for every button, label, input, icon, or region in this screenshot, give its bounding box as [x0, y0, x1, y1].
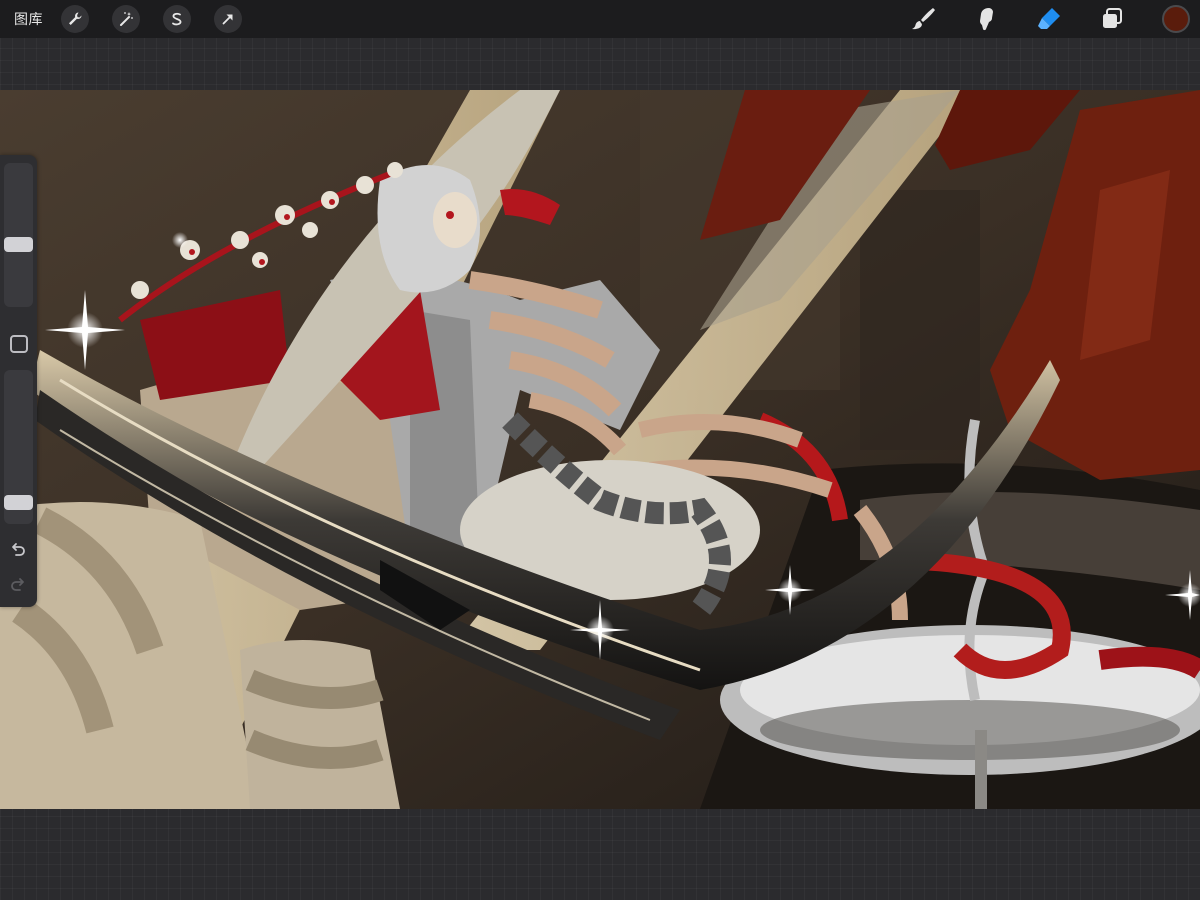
smudge-icon [980, 8, 993, 31]
adjustments-magic-wand-icon [120, 12, 133, 26]
selection-button[interactable] [163, 5, 191, 33]
actions-button[interactable] [61, 5, 89, 33]
actions-wrench-icon [69, 12, 82, 25]
color-picker-swatch[interactable] [1162, 5, 1190, 33]
undo-arrow-icon [12, 543, 25, 556]
right-tool-group [876, 0, 1200, 38]
gallery-button[interactable]: 图库 [14, 0, 43, 38]
layers-icon [1103, 8, 1122, 28]
adjustments-button[interactable] [112, 5, 140, 33]
brush-size-slider-thumb[interactable] [4, 237, 33, 252]
opacity-slider-thumb[interactable] [4, 495, 33, 510]
undo-button[interactable] [6, 538, 30, 562]
selection-icon [172, 12, 182, 26]
redo-arrow-icon [11, 578, 24, 591]
smudge-tool-button[interactable] [970, 3, 1002, 35]
left-tool-group [61, 5, 242, 33]
redo-button[interactable] [6, 573, 30, 597]
square-modify-icon[interactable] [10, 335, 28, 353]
eraser-icon [1038, 8, 1060, 29]
layers-button[interactable] [1096, 3, 1128, 35]
transform-arrow-icon [222, 14, 233, 25]
opacity-slider[interactable] [4, 370, 33, 524]
eraser-tool-button[interactable] [1033, 3, 1065, 35]
artwork-canvas[interactable] [0, 90, 1200, 809]
artwork-illustration [0, 90, 1200, 809]
transform-button[interactable] [214, 5, 242, 33]
paintbrush-icon [912, 8, 935, 30]
procreate-app: 图库 [0, 0, 1200, 900]
paint-tool-button[interactable] [907, 3, 939, 35]
top-toolbar: 图库 [0, 0, 1200, 38]
left-sidebar [0, 155, 37, 607]
brush-size-slider[interactable] [4, 163, 33, 307]
